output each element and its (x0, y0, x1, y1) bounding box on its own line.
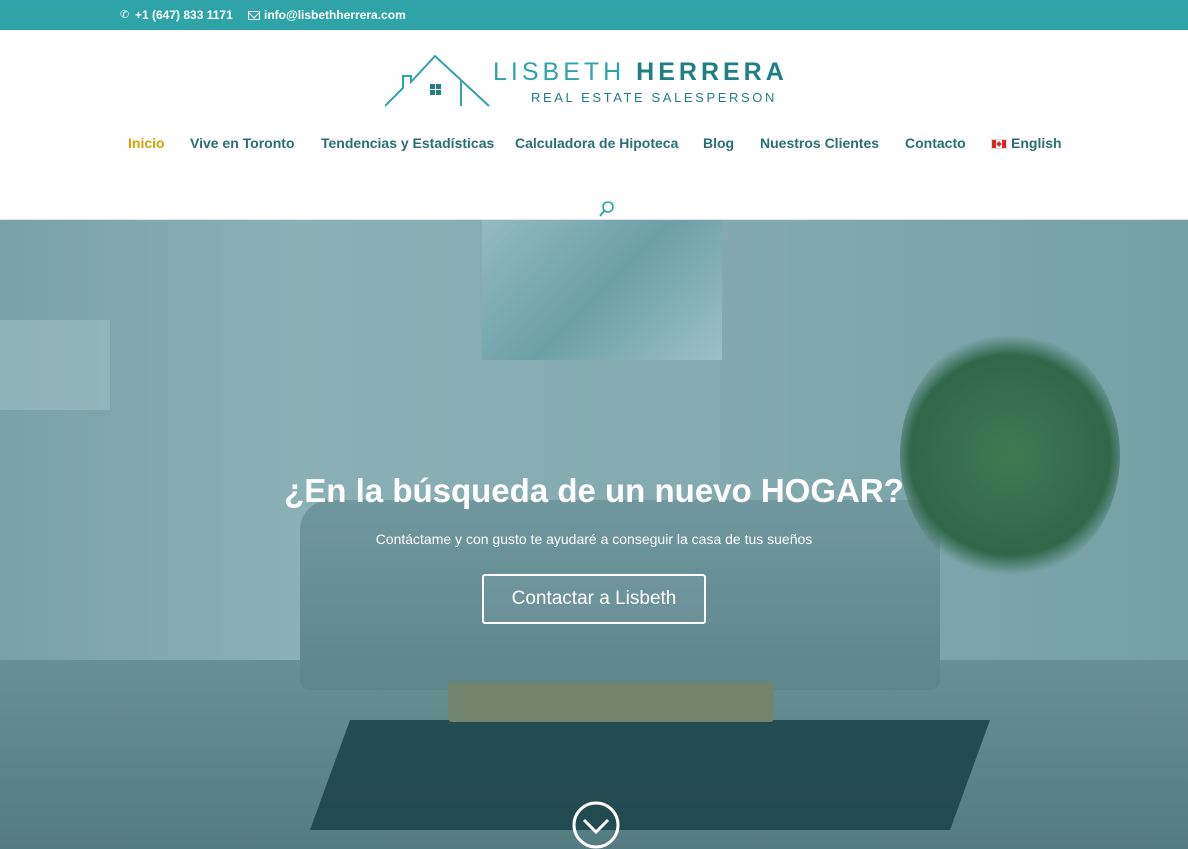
logo-first-name: LISBETH (493, 58, 626, 86)
site-logo[interactable]: LISBETH HERRERA REAL ESTATE SALESPERSON (385, 52, 810, 108)
hero-subtitle: Contáctame y con gusto te ayudaré a cons… (375, 531, 813, 547)
hero-section: ¿En la búsqueda de un nuevo HOGAR? Contá… (0, 220, 1188, 849)
search-icon[interactable] (599, 200, 615, 218)
site-header: LISBETH HERRERA REAL ESTATE SALESPERSON … (0, 30, 1188, 220)
logo-last-name: HERRERA (636, 58, 788, 86)
phone-link[interactable]: +1 (647) 833 1171 (120, 8, 233, 23)
email-link[interactable]: info@lisbethherrera.com (248, 8, 406, 22)
nav-item-calculadora[interactable]: Calculadora de Hipoteca (515, 135, 678, 151)
canada-flag-icon (991, 139, 1007, 149)
logo-name: LISBETH HERRERA (493, 58, 788, 87)
nav-item-english[interactable]: English (1011, 135, 1062, 151)
phone-icon (120, 8, 131, 21)
nav-item-inicio[interactable]: Inicio (128, 135, 165, 151)
nav-item-nuestros-clientes[interactable]: Nuestros Clientes (760, 135, 879, 151)
contact-button[interactable]: Contactar a Lisbeth (482, 574, 706, 624)
nav-item-blog[interactable]: Blog (703, 135, 734, 151)
nav-item-contacto[interactable]: Contacto (905, 135, 966, 151)
nav-item-tendencias[interactable]: Tendencias y Estadísticas (321, 135, 494, 151)
envelope-icon (248, 11, 260, 20)
nav-item-vive-en-toronto[interactable]: Vive en Toronto (190, 135, 295, 151)
house-logo-icon (385, 54, 490, 107)
phone-number: +1 (647) 833 1171 (135, 8, 233, 22)
top-bar: +1 (647) 833 1171 info@lisbethherrera.co… (0, 0, 1188, 30)
logo-tagline: REAL ESTATE SALESPERSON (531, 90, 777, 105)
hero-title: ¿En la búsqueda de un nuevo HOGAR? (284, 472, 904, 509)
main-navigation: Inicio Vive en Toronto Tendencias y Esta… (0, 135, 1188, 155)
email-address: info@lisbethherrera.com (264, 8, 406, 22)
scroll-down-icon[interactable] (571, 800, 621, 849)
